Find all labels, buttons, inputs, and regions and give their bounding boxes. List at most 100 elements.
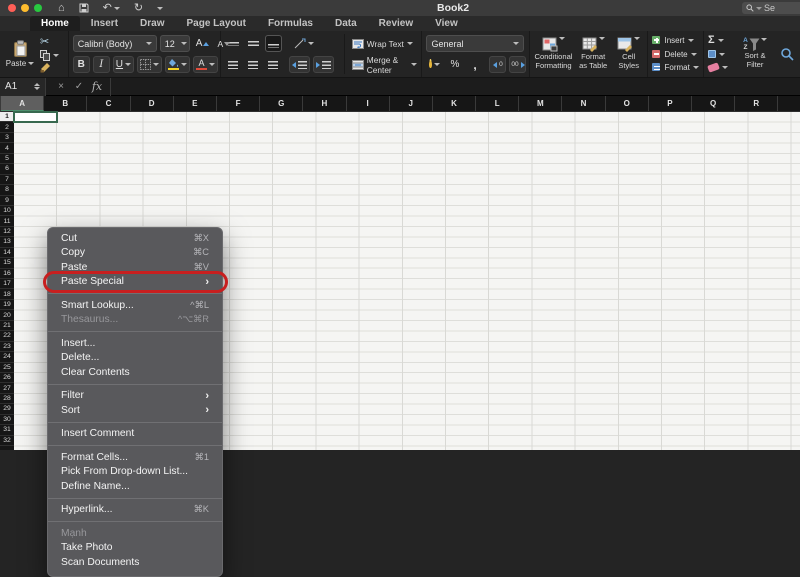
align-left-button[interactable]	[225, 56, 242, 73]
row-header-12[interactable]: 12	[0, 227, 14, 238]
bold-button[interactable]: B	[72, 56, 90, 73]
delete-cells-dropdown-icon[interactable]	[690, 52, 697, 56]
row-header-21[interactable]: 21	[0, 321, 14, 332]
increase-indent-button[interactable]	[312, 56, 334, 73]
zoom-window-button[interactable]	[34, 4, 42, 12]
customize-toolbar-icon[interactable]	[157, 6, 164, 10]
comma-style-button[interactable]: ,	[466, 56, 483, 73]
menu-item-hyperlink[interactable]: Hyperlink... ⌘K	[48, 503, 222, 518]
column-header-f[interactable]: F	[217, 96, 261, 111]
find-select-button[interactable]	[778, 34, 796, 74]
menu-item-delete[interactable]: Delete...	[48, 351, 222, 366]
fill-button[interactable]	[708, 48, 728, 61]
row-header-6[interactable]: 6	[0, 164, 14, 175]
delete-cells-button[interactable]: Delete	[652, 48, 698, 61]
row-header-17[interactable]: 17	[0, 279, 14, 290]
wrap-text-dropdown-icon[interactable]	[406, 42, 413, 45]
tab-draw[interactable]: Draw	[129, 16, 175, 31]
sort-filter-button[interactable]: AZ Sort & Filter	[736, 34, 774, 74]
autosum-dropdown-icon[interactable]	[717, 38, 724, 42]
column-header-o[interactable]: O	[606, 96, 649, 111]
menu-item-clear-contents[interactable]: Clear Contents	[48, 365, 222, 380]
column-header-k[interactable]: K	[433, 96, 477, 111]
underline-dropdown-icon[interactable]	[125, 63, 132, 66]
home-icon[interactable]: ⌂	[58, 0, 65, 16]
menu-item-paste[interactable]: Paste ⌘V	[48, 260, 222, 275]
wrap-text-button[interactable]: Wrap Text	[351, 34, 418, 53]
menu-item-scan-documents[interactable]: Scan Documents	[48, 555, 222, 570]
menu-item-format-cells[interactable]: Format Cells... ⌘1	[48, 450, 222, 465]
font-color-dropdown-icon[interactable]	[209, 63, 216, 66]
column-header-e[interactable]: E	[174, 96, 217, 111]
row-header-29[interactable]: 29	[0, 404, 14, 415]
row-header-26[interactable]: 26	[0, 373, 14, 384]
name-box[interactable]: A1	[0, 77, 46, 96]
row-header-32[interactable]: 32	[0, 436, 14, 446]
row-header-23[interactable]: 23	[0, 342, 14, 353]
tab-insert[interactable]: Insert	[80, 16, 129, 31]
select-all-button[interactable]	[0, 96, 1, 112]
row-header-30[interactable]: 30	[0, 415, 14, 426]
clear-dropdown-icon[interactable]	[722, 66, 728, 70]
column-header-m[interactable]: M	[519, 96, 563, 111]
format-cells-dropdown-icon[interactable]	[692, 66, 699, 70]
column-header-q[interactable]: Q	[692, 96, 736, 111]
number-format-select[interactable]: General	[426, 35, 525, 52]
undo-icon[interactable]: ↶	[103, 0, 112, 16]
formula-input[interactable]	[110, 77, 800, 96]
format-painter-button[interactable]	[40, 62, 59, 73]
fill-color-dropdown-icon[interactable]	[181, 63, 188, 66]
tab-formulas[interactable]: Formulas	[257, 16, 324, 31]
row-header-28[interactable]: 28	[0, 394, 14, 405]
selected-cell-a1[interactable]	[13, 111, 58, 123]
insert-cells-dropdown-icon[interactable]	[687, 38, 694, 42]
merge-center-button[interactable]: Merge & Center	[351, 55, 418, 75]
format-as-table-button[interactable]: Format as Table	[576, 34, 609, 74]
row-header-18[interactable]: 18	[0, 289, 14, 300]
cell-styles-button[interactable]: Cell Styles	[614, 34, 644, 74]
paste-dropdown-icon[interactable]	[28, 62, 35, 65]
increase-decimal-button[interactable]: 0	[489, 56, 507, 73]
column-header-d[interactable]: D	[131, 96, 174, 111]
cancel-entry-button[interactable]: ×	[52, 81, 70, 92]
font-size-select[interactable]: 12	[159, 35, 190, 52]
redo-icon[interactable]: ↻	[134, 0, 143, 16]
tab-page-layout[interactable]: Page Layout	[175, 16, 256, 31]
menu-item-copy[interactable]: Copy ⌘C	[48, 246, 222, 261]
orientation-dropdown-icon[interactable]	[307, 42, 314, 45]
column-header-l[interactable]: L	[476, 96, 520, 111]
decrease-indent-button[interactable]	[288, 56, 310, 73]
menu-item-thesaurus[interactable]: Thesaurus... ^⌥⌘R	[48, 313, 222, 328]
menu-item-define-name[interactable]: Define Name...	[48, 479, 222, 494]
row-header-2[interactable]: 2	[0, 122, 14, 133]
fill-dropdown-icon[interactable]	[719, 52, 725, 56]
undo-dropdown-icon[interactable]	[113, 6, 120, 10]
row-header-14[interactable]: 14	[0, 248, 14, 259]
font-color-button[interactable]: A	[193, 56, 219, 73]
menu-item-paste-special[interactable]: Paste Special ›	[43, 270, 228, 293]
menu-item-cut[interactable]: Cut ⌘X	[48, 231, 222, 246]
name-box-spinner[interactable]	[34, 83, 40, 90]
tab-home[interactable]: Home	[30, 16, 80, 31]
align-bottom-button[interactable]	[264, 35, 282, 52]
borders-dropdown-icon[interactable]	[153, 63, 160, 66]
row-header-4[interactable]: 4	[0, 143, 14, 154]
column-header-a[interactable]: A	[1, 96, 45, 111]
row-header-5[interactable]: 5	[0, 154, 14, 165]
row-header-25[interactable]: 25	[0, 363, 14, 373]
search-box[interactable]: Se	[742, 2, 800, 14]
format-cells-button[interactable]: Format	[652, 61, 699, 74]
row-header-16[interactable]: 16	[0, 269, 14, 279]
conditional-formatting-dropdown-icon[interactable]	[558, 37, 565, 41]
italic-button[interactable]: I	[92, 56, 110, 73]
column-header-n[interactable]: N	[562, 96, 606, 111]
align-center-button[interactable]	[245, 56, 262, 73]
paste-button[interactable]: Paste	[4, 34, 36, 74]
font-family-select[interactable]: Calibri (Body)	[72, 35, 157, 52]
spreadsheet-grid[interactable]: 1 2 3 4 5 6 7 8 9 10 11 12 13 14 15 16 17 18 19 20 21 22 23 24 2…	[0, 111, 800, 577]
column-header-b[interactable]: B	[44, 96, 88, 111]
row-header-27[interactable]: 27	[0, 383, 14, 394]
cell-styles-dropdown-icon[interactable]	[634, 37, 641, 41]
menu-item-take-photo[interactable]: Take Photo	[48, 541, 222, 556]
row-header-13[interactable]: 13	[0, 237, 14, 248]
